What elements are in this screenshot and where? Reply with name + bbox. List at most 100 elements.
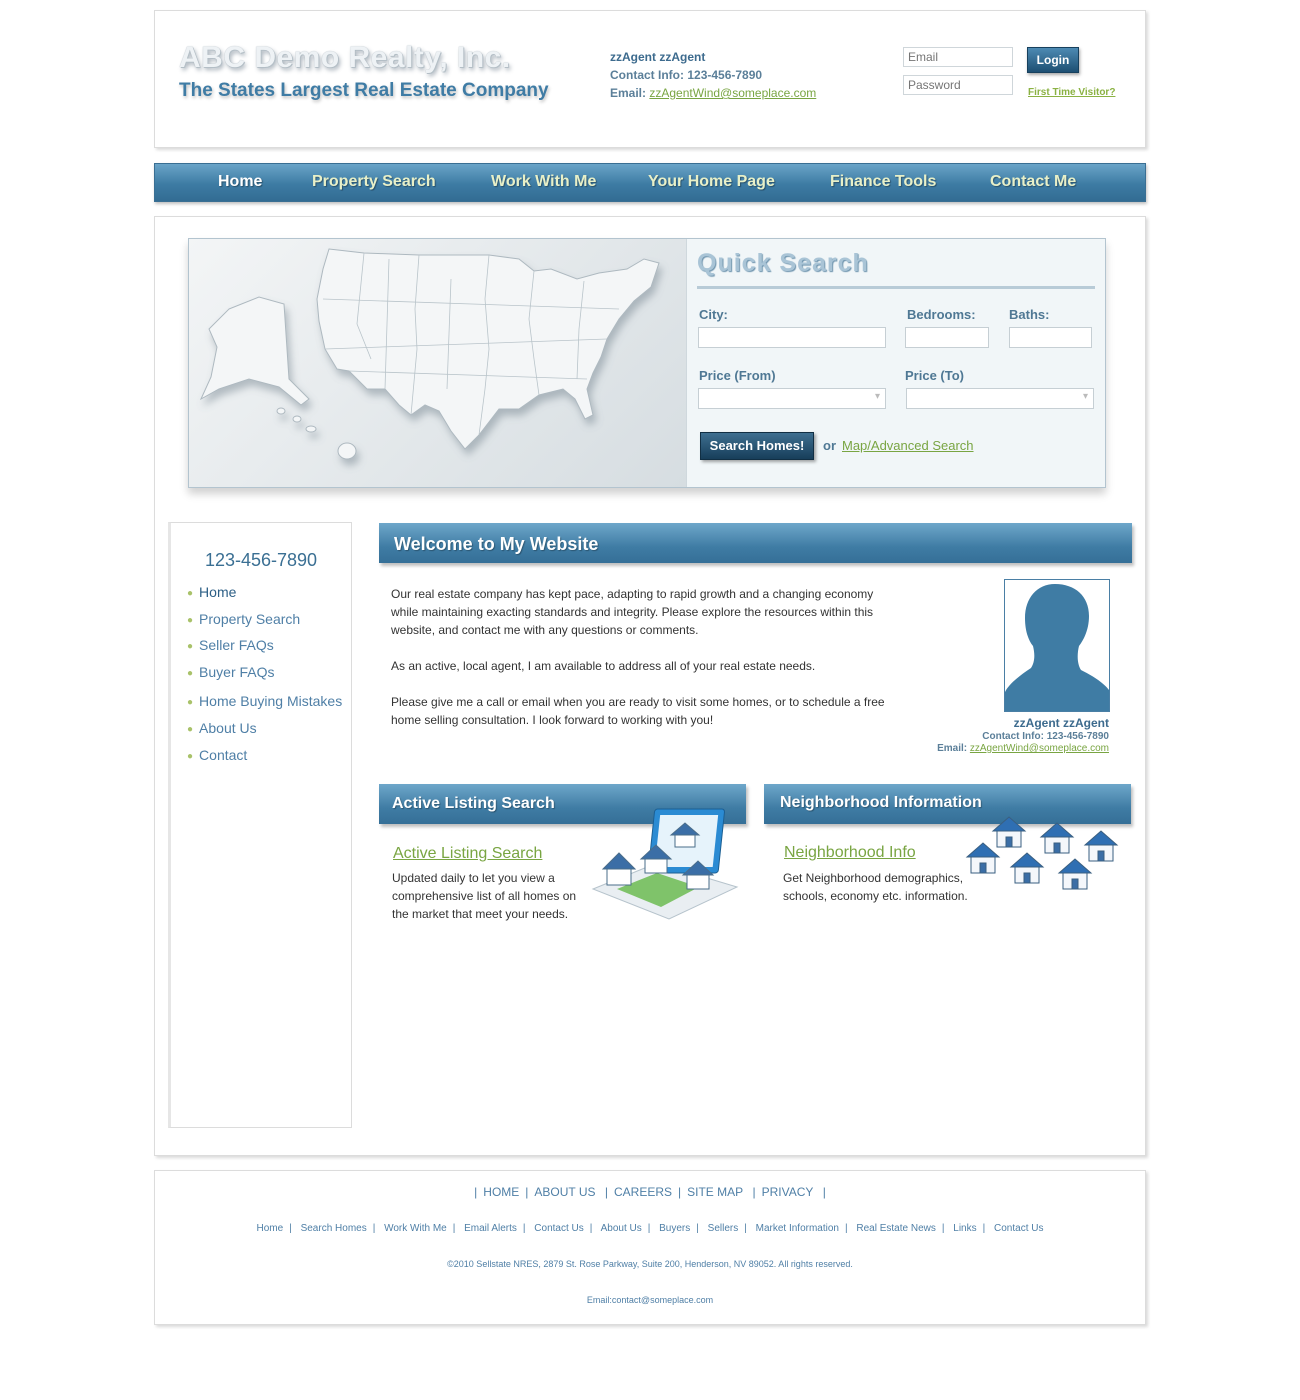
nav-home[interactable]: Home [218,173,262,191]
footer-sublink[interactable]: About Us [601,1223,642,1234]
us-map-image[interactable] [189,239,687,487]
contact-value: 123-456-7890 [687,68,763,82]
agent-card-name: zzAgent zzAgent [1013,716,1109,730]
active-listing-text: Updated daily to let you view a comprehe… [392,871,577,921]
price-from-select[interactable] [698,388,886,409]
agent-photo [1004,579,1110,712]
nav-property-search[interactable]: Property Search [312,173,436,191]
main-nav: Home Property Search Work With Me Your H… [154,163,1146,202]
footer-sublink[interactable]: Search Homes [301,1223,367,1234]
agent-card-email-link[interactable]: zzAgentWind@someplace.com [970,743,1109,754]
agent-card-contact-value: 123-456-7890 [1046,731,1109,742]
sidebar: 123-456-7890 ● Home ● Property Search ● Sel… [168,522,352,1128]
quick-search-divider [697,286,1095,289]
sidebar-item-label: Contact [199,747,248,763]
agent-email: Email: zzAgentWind@someplace.com [610,84,816,102]
footer-sublink[interactable]: Contact Us [534,1223,583,1234]
bullet-icon: ● [187,640,194,652]
sidebar-phone: 123-456-7890 [204,550,318,570]
nav-work-with-me[interactable]: Work With Me [491,173,596,191]
bedrooms-input[interactable] [905,327,989,348]
map-advanced-search-link[interactable]: Map/Advanced Search [842,438,974,453]
sidebar-item-property-search[interactable]: ● Property Search [187,611,300,627]
welcome-paragraph: Please give me a call or email when you … [391,695,885,727]
welcome-header: Welcome to My Website [379,523,1132,563]
footer-sublink[interactable]: Contact Us [994,1223,1043,1234]
quick-search-panel: Quick Search City: Bedrooms: Baths: Pric… [188,238,1106,488]
footer-sublink[interactable]: Sellers [708,1223,739,1234]
sidebar-item-home-buying-mistakes[interactable]: ● Home Buying Mistakes [187,693,342,709]
footer-sublink[interactable]: Work With Me [384,1223,447,1234]
price-to-label: Price (To) [905,368,964,383]
footer-link-privacy[interactable]: PRIVACY [762,1185,814,1199]
footer-sublink[interactable]: Home [257,1223,284,1234]
footer-sublink[interactable]: Market Information [756,1223,839,1234]
email-label: Email: [610,86,647,100]
footer-copyright: ©2010 Sellstate NRES, 2879 St. Rose Park… [447,1259,853,1269]
footer-link-home[interactable]: HOME [483,1185,519,1199]
welcome-paragraph: Our real estate company has kept pace, a… [391,587,874,637]
city-label: City: [699,307,728,322]
baths-label: Baths: [1009,307,1050,322]
nav-contact-me[interactable]: Contact Me [990,173,1076,191]
city-input[interactable] [698,327,886,348]
login-password-input[interactable] [903,75,1013,95]
baths-input[interactable] [1009,327,1092,348]
price-to-select[interactable] [906,388,1094,409]
agent-card-email: Email: zzAgentWind@someplace.com [895,743,1109,755]
footer-link-about-us[interactable]: ABOUT US [534,1185,595,1199]
sidebar-item-label: About Us [199,720,257,736]
bullet-icon: ● [187,587,194,599]
sidebar-item-label: Property Search [199,611,301,627]
sidebar-item-home[interactable]: ● Home [187,584,236,600]
listing-search-icon[interactable] [587,807,743,923]
site-footer: | HOME | ABOUT US | CAREERS | SITE MAP | PRIVAC… [154,1170,1146,1325]
site-header: ABC Demo Realty, Inc. The States Largest… [154,10,1146,148]
quick-search-title: Quick Search [697,249,869,277]
agent-card-email-label: Email: [937,743,968,754]
neighborhood-houses-icon[interactable] [963,809,1127,903]
main-content: Quick Search City: Bedrooms: Baths: Pric… [154,216,1146,1156]
header-agent-info: zzAgent zzAgent Contact Info: 123-456-78… [610,48,816,102]
search-homes-button[interactable]: Search Homes! [700,432,814,460]
sidebar-item-seller-faqs[interactable]: ● Seller FAQs [187,637,274,653]
person-silhouette-icon [1005,584,1109,711]
first-time-visitor-link[interactable]: First Time Visitor? [1028,87,1115,98]
company-logo-title[interactable]: ABC Demo Realty, Inc. [179,41,511,75]
neighborhood-text: Get Neighborhood demographics, schools, … [783,871,968,903]
bullet-icon: ● [187,696,194,708]
footer-link-site-map[interactable]: SITE MAP [687,1185,743,1199]
or-text: or [823,438,836,453]
company-tagline: The States Largest Real Estate Company [179,80,549,101]
contact-label: Contact Info: [610,68,684,82]
agent-card-contact: Contact Info: 123-456-7890 [895,731,1109,743]
sidebar-item-buyer-faqs[interactable]: ● Buyer FAQs [187,664,275,680]
price-from-label: Price (From) [699,368,776,383]
bullet-icon: ● [187,667,194,679]
footer-sublink[interactable]: Real Estate News [856,1223,935,1234]
nav-your-home-page[interactable]: Your Home Page [648,173,775,191]
bedrooms-label: Bedrooms: [907,307,976,322]
login-email-input[interactable] [903,47,1013,67]
sidebar-item-about-us[interactable]: ● About Us [187,720,257,736]
nav-finance-tools[interactable]: Finance Tools [830,173,936,191]
active-listing-link[interactable]: Active Listing Search [393,845,542,863]
sidebar-item-label: Buyer FAQs [199,664,275,680]
sidebar-item-contact[interactable]: ● Contact [187,747,247,763]
sidebar-item-label: Seller FAQs [199,637,274,653]
footer-sub-links: Home | Search Homes | Work With Me | Email … [256,1223,1044,1234]
footer-sublink[interactable]: Buyers [659,1223,690,1234]
sidebar-item-label: Home [199,584,237,600]
footer-email[interactable]: Email:contact@someplace.com [155,1295,1145,1305]
footer-main-links: | HOME | ABOUT US | CAREERS | SITE MAP | PRIVAC… [474,1185,826,1199]
neighborhood-info-link[interactable]: Neighborhood Info [784,844,916,862]
footer-sublink[interactable]: Links [953,1223,976,1234]
login-button[interactable]: Login [1027,47,1079,73]
welcome-text: Our real estate company has kept pace, a… [391,585,896,747]
footer-link-careers[interactable]: CAREERS [614,1185,672,1199]
footer-sublink[interactable]: Email Alerts [464,1223,517,1234]
bullet-icon: ● [187,723,194,735]
agent-card-contact-label: Contact Info: [982,731,1044,742]
sidebar-item-label: Home Buying Mistakes [199,693,343,709]
agent-email-link[interactable]: zzAgentWind@someplace.com [649,86,816,100]
